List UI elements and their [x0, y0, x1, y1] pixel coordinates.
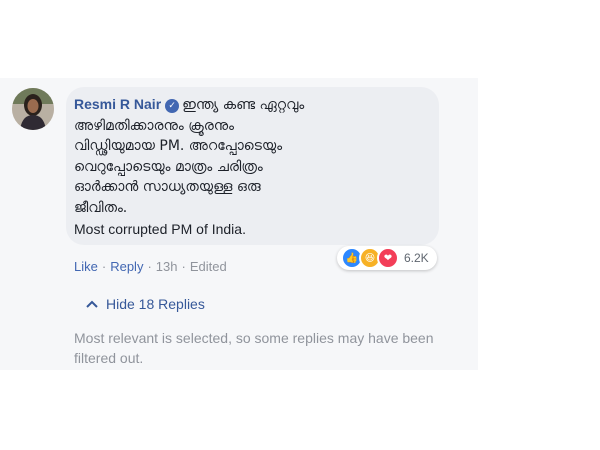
- verified-badge-icon: ✓: [165, 99, 180, 113]
- like-link[interactable]: Like: [74, 259, 98, 274]
- reply-link[interactable]: Reply: [110, 259, 143, 274]
- comment-line: ഓർക്കാൻ സാധ്യതയുള്ള ഒരു: [74, 179, 261, 196]
- comment-line: വിഡ്ഢിയുമായ PM. അറപ്പോടെയും: [74, 138, 283, 155]
- comment-line: അഴിമതിക്കാരനും ക്രൂരനും: [74, 117, 235, 134]
- comment-line: ജീവിതം.: [74, 199, 128, 216]
- reactions-count: 6.2K: [404, 251, 429, 265]
- love-icon: ❤: [377, 247, 399, 269]
- separator: ·: [181, 259, 186, 274]
- comment-line: വെറുപ്പോടെയും മാത്രം ചരിത്രം: [74, 158, 263, 175]
- edited-label[interactable]: Edited: [190, 259, 227, 274]
- hide-replies-button[interactable]: Hide 18 Replies: [86, 296, 205, 312]
- chevron-up-icon: [86, 300, 98, 308]
- hide-replies-label: Hide 18 Replies: [106, 296, 205, 312]
- comment-body: Resmi R Nair ✓ ഇന്ത്യ കണ്ട ഏറ്റവും അഴിമതിക…: [74, 94, 436, 240]
- separator: ·: [101, 259, 107, 274]
- comment-line: ഇന്ത്യ കണ്ട ഏറ്റവും: [182, 97, 305, 113]
- avatar-image: [12, 88, 54, 130]
- avatar[interactable]: [12, 88, 54, 130]
- comment-actions: Like · Reply · 13h · Edited: [74, 259, 227, 274]
- filter-note: Most relevant is selected, so some repli…: [74, 330, 434, 366]
- reactions-summary[interactable]: 👍 😆 ❤ 6.2K: [337, 246, 437, 270]
- comment-english-line: Most corrupted PM of India.: [74, 220, 246, 237]
- separator: ·: [147, 259, 152, 274]
- comment-author[interactable]: Resmi R Nair: [74, 96, 161, 112]
- timestamp[interactable]: 13h: [156, 259, 178, 274]
